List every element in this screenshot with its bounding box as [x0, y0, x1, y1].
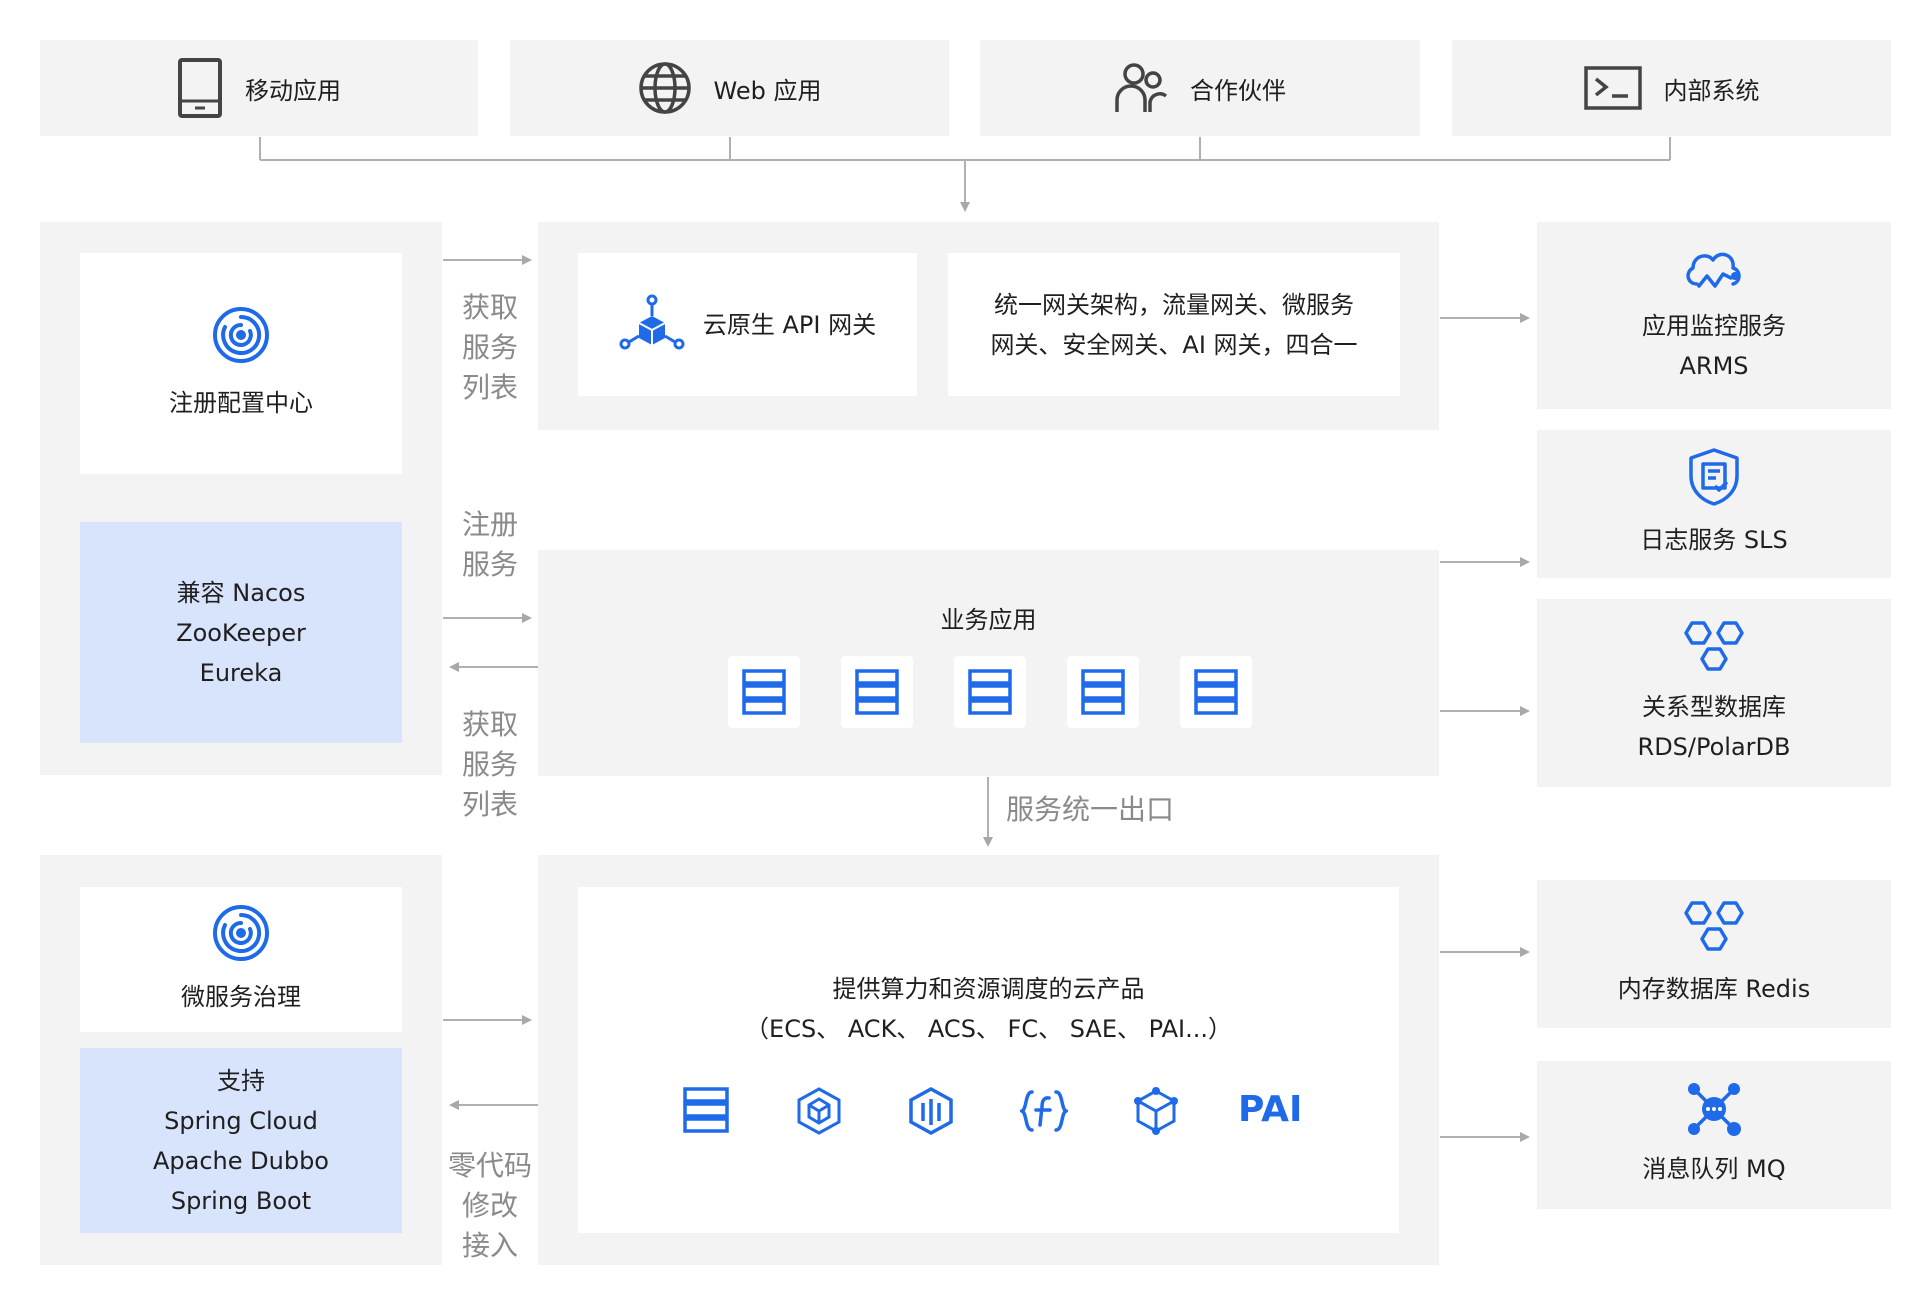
server-tile[interactable] [1067, 656, 1139, 728]
ecs-server-icon [683, 1087, 729, 1133]
partners-icon [1115, 63, 1168, 112]
client-label: 合作伙伴 [1190, 76, 1286, 105]
message-queue-icon [1688, 1083, 1741, 1136]
label-egress: 服务统一出口 [1006, 793, 1175, 826]
service-mq[interactable]: 消息队列 MQ [1537, 1061, 1891, 1209]
server-icon [1194, 669, 1238, 715]
server-icon [742, 669, 786, 715]
service-arms[interactable]: 应用监控服务 ARMS [1537, 222, 1891, 409]
client-web-app[interactable]: Web 应用 [510, 40, 949, 136]
gateway-card[interactable]: 云原生 API 网关 [578, 253, 917, 396]
support-line: 支持 [217, 1066, 265, 1095]
gateway-description-card: 统一网关架构，流量网关、微服务 网关、安全网关、AI 网关，四合一 [948, 253, 1400, 396]
server-tile[interactable] [1180, 656, 1252, 728]
mobile-phone-icon [178, 58, 222, 118]
globe-icon [638, 62, 691, 114]
label-zero-code: 零代码 修改 接入 [447, 1149, 532, 1262]
service-line: ARMS [1679, 351, 1749, 380]
support-line: Spring Cloud [164, 1106, 318, 1135]
compat-line: ZooKeeper [176, 618, 306, 647]
registry-card[interactable]: 注册配置中心 [80, 253, 402, 474]
support-line: Apache Dubbo [152, 1146, 329, 1175]
acs-container-icon [909, 1087, 953, 1135]
server-icon [968, 669, 1012, 715]
client-partners[interactable]: 合作伙伴 [980, 40, 1420, 136]
server-tile[interactable] [954, 656, 1026, 728]
shield-log-icon [1689, 448, 1739, 506]
service-line: 日志服务 SLS [1640, 526, 1788, 554]
label-fetch-service-list-bottom: 获取 服务 列表 [461, 708, 518, 821]
compute-title: 提供算力和资源调度的云产品 [832, 975, 1145, 1003]
service-redis[interactable]: 内存数据库 Redis [1537, 880, 1891, 1028]
gateway-title: 云原生 API 网关 [702, 310, 877, 339]
service-line: RDS/PolarDB [1637, 733, 1791, 761]
compat-line: 兼容 Nacos [176, 578, 306, 607]
governance-card[interactable]: 微服务治理 [80, 887, 402, 1032]
business-title: 业务应用 [940, 606, 1037, 634]
cloud-monitor-icon [1686, 252, 1741, 288]
sae-cube-icon [1134, 1087, 1178, 1135]
client-label: 移动应用 [245, 76, 341, 105]
hexagon-redis-icon [1684, 901, 1744, 951]
server-tile[interactable] [841, 656, 913, 728]
service-line: 关系型数据库 [1642, 693, 1786, 721]
ack-cube-icon [797, 1087, 841, 1135]
gateway-desc-line: 网关、安全网关、AI 网关，四合一 [990, 330, 1358, 359]
registry-title: 注册配置中心 [169, 388, 313, 417]
terminal-icon [1583, 66, 1642, 110]
fc-function-icon [1020, 1090, 1068, 1132]
label-register-service: 注册 服务 [461, 508, 518, 581]
compute-subtitle: （ECS、 ACK、 ACS、 FC、 SAE、 PAI...） [745, 1015, 1232, 1043]
client-bus [259, 137, 1671, 212]
registry-compat-card: 兼容 Nacos ZooKeeper Eureka [80, 522, 402, 743]
service-rds[interactable]: 关系型数据库 RDS/PolarDB [1537, 599, 1891, 787]
gateway-desc-line: 统一网关架构，流量网关、微服务 [994, 290, 1354, 319]
client-label: 内部系统 [1663, 76, 1760, 105]
pai-label: PAI [1238, 1089, 1303, 1130]
service-sls[interactable]: 日志服务 SLS [1537, 430, 1891, 578]
label-fetch-service-list-top: 获取 服务 列表 [461, 291, 518, 404]
service-line: 内存数据库 Redis [1617, 975, 1811, 1003]
spiral-registry-icon [213, 306, 269, 363]
spiral-governance-icon [213, 904, 269, 961]
service-line: 应用监控服务 [1642, 311, 1786, 340]
hexagon-db-icon [1684, 621, 1744, 671]
governance-title: 微服务治理 [181, 982, 301, 1011]
client-internal-system[interactable]: 内部系统 [1452, 40, 1891, 136]
client-mobile-app[interactable]: 移动应用 [40, 40, 478, 136]
governance-support-card: 支持 Spring Cloud Apache Dubbo Spring Boot [80, 1048, 402, 1233]
api-gateway-icon [619, 294, 685, 349]
server-icon [1081, 669, 1125, 715]
support-line: Spring Boot [170, 1186, 312, 1215]
service-line: 消息队列 MQ [1642, 1155, 1786, 1183]
compat-line: Eureka [199, 658, 283, 687]
server-icon [855, 669, 899, 715]
client-label: Web 应用 [713, 76, 822, 105]
server-tile[interactable] [728, 656, 800, 728]
compute-card[interactable]: 提供算力和资源调度的云产品 （ECS、 ACK、 ACS、 FC、 SAE、 P… [578, 887, 1399, 1233]
